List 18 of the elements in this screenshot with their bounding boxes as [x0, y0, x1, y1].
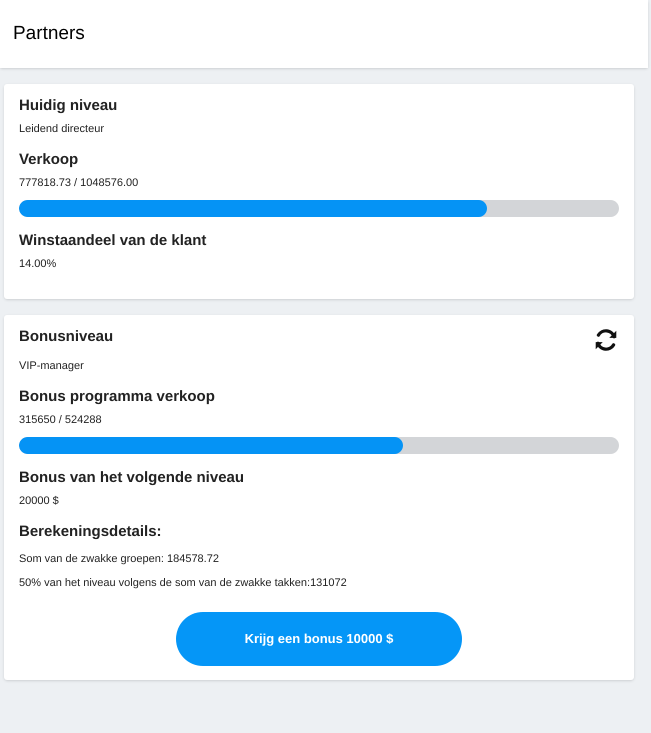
bonus-button[interactable]: Krijg een bonus 10000 $	[176, 612, 462, 666]
details-label: Berekeningsdetails:	[19, 522, 163, 542]
field-value: 14.00%	[19, 257, 58, 271]
field-label: Verkoop	[19, 150, 78, 170]
field-label: Bonus programma verkoop	[19, 387, 215, 407]
field-value: 777818.73 / 1048576.00	[19, 176, 140, 190]
details-line: Som van de zwakke groepen: 184578.72	[19, 552, 220, 566]
field-value: 20000 $	[19, 494, 60, 508]
page-title: Partners	[13, 22, 85, 46]
field-label: Huidig niveau	[19, 96, 118, 116]
field-label: Bonus van het volgende niveau	[19, 468, 244, 488]
field-value: Leidend directeur	[19, 122, 106, 136]
field-value: 315650 / 524288	[19, 413, 103, 427]
field-label: Bonusniveau	[19, 327, 114, 347]
details-line: 50% van het niveau volgens de som van de zwakke takken:131072	[19, 576, 348, 590]
field-value: VIP-manager	[19, 359, 85, 373]
field-label: Winstaandeel van de klant	[19, 231, 206, 251]
refresh-icon[interactable]	[593, 327, 619, 353]
